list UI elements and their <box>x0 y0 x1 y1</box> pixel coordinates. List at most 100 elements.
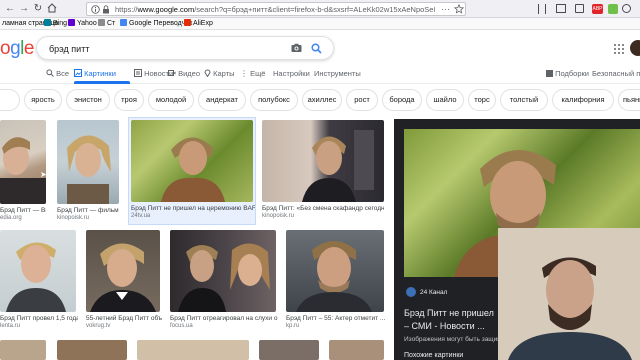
chip[interactable]: молодой <box>148 89 194 111</box>
safe-search-link[interactable]: Безопасный пои <box>592 69 640 78</box>
result-caption[interactable]: 55-летний Брэд Питт объ... <box>86 315 162 322</box>
result-caption[interactable]: Брэд Питт провел 1,5 года в клуб... <box>0 315 78 322</box>
extension2-icon[interactable] <box>622 4 631 13</box>
webcam-overlay <box>498 228 640 360</box>
chip[interactable]: торс <box>468 89 496 111</box>
camera-icon[interactable] <box>291 43 302 55</box>
result-thumbnail[interactable] <box>86 230 160 312</box>
result-source: kinopoisk.ru <box>57 215 90 221</box>
back-icon[interactable]: ← <box>4 3 16 15</box>
result-thumbnail[interactable] <box>170 230 276 312</box>
result-caption[interactable]: Брэд Питт — Википед... <box>0 207 46 214</box>
bookmark-label: Yahoo <box>77 20 97 27</box>
news-icon <box>134 69 142 77</box>
chip[interactable]: ярость <box>24 89 62 111</box>
tab-tools[interactable]: Инструменты <box>314 69 361 78</box>
result-source: edia.org <box>0 215 22 221</box>
tab-images[interactable]: Картинки <box>74 69 116 78</box>
chip[interactable]: борода <box>382 89 422 111</box>
chip[interactable]: троя <box>114 89 144 111</box>
logo-letter: e <box>23 38 35 59</box>
result-source: lenta.ru <box>0 323 21 329</box>
result-thumbnail[interactable] <box>286 230 384 312</box>
search-icon <box>46 69 54 77</box>
apps-grid-icon[interactable] <box>614 44 624 54</box>
sidebar-icon[interactable] <box>556 4 566 13</box>
reader-icon[interactable] <box>575 4 584 13</box>
chip[interactable]: шайло <box>426 89 464 111</box>
result-thumbnail[interactable] <box>137 340 249 360</box>
abp-icon[interactable]: ABP <box>592 4 603 14</box>
active-tab-indicator <box>74 81 130 84</box>
result-source: kinopoisk.ru <box>262 213 295 219</box>
face-image <box>6 242 66 312</box>
bookmark-star-icon[interactable] <box>453 3 465 16</box>
chip[interactable]: полубокс <box>250 89 298 111</box>
chip[interactable]: калифорния <box>552 89 614 111</box>
result-thumbnail[interactable] <box>259 340 319 360</box>
search-input[interactable]: брэд питт <box>49 44 89 54</box>
home-icon[interactable] <box>46 3 58 15</box>
google-logo[interactable]: ogle <box>0 38 34 60</box>
result-thumbnail[interactable] <box>329 340 384 360</box>
source-channel[interactable]: 24 Канал <box>420 289 447 296</box>
bookmark-bing[interactable]: Bing <box>44 19 67 29</box>
source-favicon-icon <box>406 287 416 297</box>
chip[interactable]: ахиллес <box>302 89 342 111</box>
collections-link[interactable]: Подборки <box>546 69 589 78</box>
forward-icon[interactable]: → <box>18 3 30 15</box>
face-image <box>178 243 270 312</box>
result-thumbnail[interactable] <box>262 120 384 202</box>
image-icon <box>74 69 82 77</box>
search-box[interactable]: брэд питт <box>36 36 334 60</box>
bookmark-translate[interactable]: Google Переводчик <box>120 19 192 29</box>
page-actions-icon[interactable]: ··· <box>441 4 450 14</box>
search-icon[interactable] <box>311 43 322 56</box>
result-caption[interactable]: Брэд Питт – 55: Актер отметит ... <box>286 315 386 322</box>
tab-maps[interactable]: Карты <box>204 69 234 78</box>
person-image <box>498 228 640 360</box>
url-text: https://www.google.com/search?q=брэд+пит… <box>115 5 435 14</box>
bookmark-aliexpress[interactable]: AliExp <box>184 19 213 29</box>
chip-partial[interactable] <box>0 89 20 111</box>
result-thumbnail[interactable] <box>0 120 46 204</box>
chip[interactable]: пьяны <box>618 89 640 111</box>
result-caption[interactable]: Брэд Питт: «Без смена скафандр сегодня у… <box>262 205 384 212</box>
lock-icon[interactable] <box>102 5 110 16</box>
reload-icon[interactable]: ↻ <box>32 3 44 15</box>
info-icon[interactable] <box>91 5 100 16</box>
chip[interactable]: толстый <box>500 89 548 111</box>
preview-title-line1[interactable]: Брэд Питт не пришел <box>404 307 494 319</box>
bookmark-st[interactable]: Ст <box>98 19 115 29</box>
yahoo-icon <box>68 19 75 26</box>
chip[interactable]: рост <box>346 89 378 111</box>
chip[interactable]: андеркат <box>198 89 246 111</box>
tab-label: Ещё <box>250 69 266 78</box>
result-thumbnail[interactable] <box>57 120 119 204</box>
cursor-icon: ➤ <box>40 170 47 179</box>
tab-more[interactable]: ⋮ Ещё <box>240 69 265 78</box>
avatar[interactable] <box>630 40 640 56</box>
bookmark-yahoo[interactable]: Yahoo <box>68 19 97 29</box>
preview-title-line2[interactable]: – СМИ - Новости ... <box>404 320 485 332</box>
url-bar[interactable]: https://www.google.com/search?q=брэд+пит… <box>86 2 466 16</box>
extension-icon[interactable] <box>608 4 618 14</box>
result-caption[interactable]: Брэд Питт отреагировал на слухи о е... <box>170 315 278 322</box>
tab-label: Видео <box>178 69 201 78</box>
tab-all[interactable]: Все <box>46 69 69 78</box>
tab-label: Все <box>56 69 70 78</box>
tab-settings[interactable]: Настройки <box>273 69 310 78</box>
tab-video[interactable]: Видео <box>168 69 200 78</box>
result-thumbnail[interactable] <box>57 340 127 360</box>
face-image <box>296 241 372 312</box>
result-thumbnail[interactable] <box>0 340 46 360</box>
chip[interactable]: энистон <box>66 89 110 111</box>
library-icon[interactable] <box>538 4 546 14</box>
result-caption[interactable]: Брэд Питт — фильмы ... <box>57 207 119 214</box>
bookmark-label: Google Переводчик <box>129 20 193 27</box>
result-caption[interactable]: Брэд Питт не пришел на церемонию BAFTA..… <box>131 205 255 212</box>
face-image <box>67 135 111 204</box>
result-thumbnail[interactable] <box>0 230 76 312</box>
url-domain: www.google.com <box>137 5 195 14</box>
result-thumbnail[interactable] <box>131 120 253 202</box>
